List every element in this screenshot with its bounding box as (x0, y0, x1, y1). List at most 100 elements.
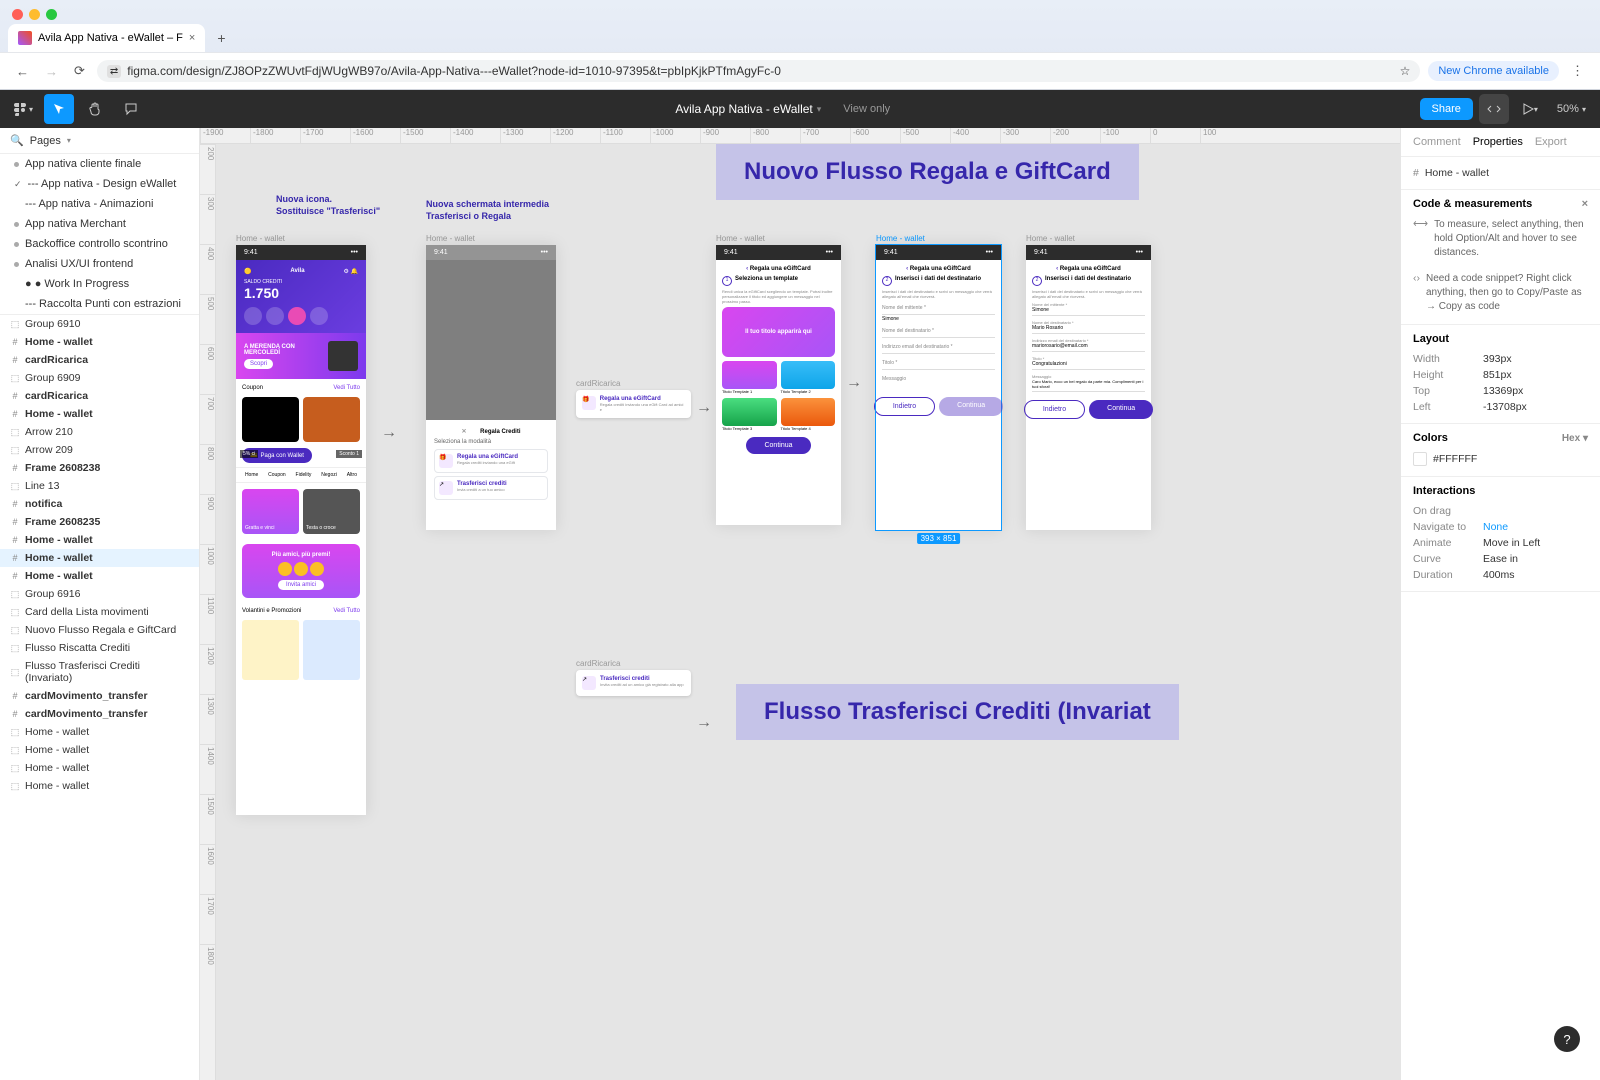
layer-item[interactable]: ⬚Nuovo Flusso Regala e GiftCard (0, 621, 199, 639)
layer-item[interactable]: #Frame 2608235 (0, 513, 199, 531)
interactions-section: Interactions On dragNavigate toNoneAnima… (1401, 477, 1600, 592)
page-item[interactable]: --- Raccolta Punti con estrazioni (0, 294, 199, 314)
minimize-window-icon[interactable] (29, 9, 40, 20)
left-panel: 🔍 Pages ▾ App nativa cliente finale--- A… (0, 128, 200, 1080)
layer-item[interactable]: #Home - wallet (0, 531, 199, 549)
nav-row: ← → ⟳ ⇄ figma.com/design/ZJ8OPzZWUvtFdjW… (0, 52, 1600, 89)
colors-section: ColorsHex ▾ #FFFFFF (1401, 424, 1600, 477)
layer-item[interactable]: #Frame 2608238 (0, 459, 199, 477)
layer-item[interactable]: ⬚Group 6909 (0, 369, 199, 387)
figma-menu-button[interactable]: ▾ (8, 94, 38, 124)
bookmark-icon[interactable]: ☆ (1400, 64, 1411, 78)
frame-home-wallet-1[interactable]: 9:41••• 🟡Avila⚙ 🔔 SALDO CREDITI 1.750 (236, 245, 366, 815)
frame-regala-crediti[interactable]: 9:41••• ✕ Regala Crediti Seleziona la mo… (426, 245, 556, 530)
layer-item[interactable]: #cardMovimento_transfer (0, 705, 199, 723)
page-item[interactable]: Backoffice controllo scontrino (0, 234, 199, 254)
layer-item[interactable]: ⬚Arrow 210 (0, 423, 199, 441)
arrow-right-icon: → (696, 399, 712, 417)
canvas-content[interactable]: Nuovo Flusso Regala e GiftCard Nuova ico… (216, 144, 1400, 1080)
color-swatch[interactable] (1413, 452, 1427, 466)
page-item[interactable]: App nativa Merchant (0, 214, 199, 234)
document-title[interactable]: Avila App Nativa - eWallet ▾ (675, 102, 821, 116)
canvas[interactable]: -1900-1800-1700-1600-1500-1400-1300-1200… (200, 128, 1400, 1080)
tab-properties[interactable]: Properties (1473, 136, 1523, 148)
note-icon: Nuova icona. Sostituisce "Trasferisci" (276, 194, 380, 217)
frame-label-5[interactable]: Home - wallet (1026, 234, 1151, 243)
present-button[interactable]: ▾ (1515, 94, 1545, 124)
right-panel: Comment Properties Export #Home - wallet… (1400, 128, 1600, 1080)
layer-item[interactable]: ⬚Group 6910 (0, 315, 199, 333)
right-panel-tabs: Comment Properties Export (1401, 128, 1600, 157)
site-info-icon[interactable]: ⇄ (107, 65, 121, 78)
arrow-right-icon: → (696, 714, 712, 732)
frame-label-4[interactable]: Home - wallet (876, 234, 1001, 243)
hand-tool-button[interactable] (80, 94, 110, 124)
tab-export[interactable]: Export (1535, 136, 1567, 148)
vertical-ruler: 2003004005006007008009001000110012001300… (200, 144, 216, 1080)
measure-icon: ⟷ (1413, 218, 1428, 230)
figma-toolbar: ▾ Avila App Nativa - eWallet ▾ View only… (0, 90, 1600, 128)
heading-banner-1: Nuovo Flusso Regala e GiftCard (716, 144, 1139, 200)
pages-list: App nativa cliente finale--- App nativa … (0, 154, 199, 315)
frame-form-empty[interactable]: 9:41••• ‹ Regala una eGiftCard 2Inserisc… (876, 245, 1001, 530)
page-item[interactable]: Analisi UX/UI frontend (0, 254, 199, 274)
card-label-1[interactable]: cardRicarica (576, 379, 691, 388)
layer-item[interactable]: #Home - wallet (0, 549, 199, 567)
page-item[interactable]: --- App nativa - Design eWallet (0, 174, 199, 194)
layer-item[interactable]: ⬚Home - wallet (0, 759, 199, 777)
layer-item[interactable]: ⬚Flusso Riscatta Crediti (0, 639, 199, 657)
layer-item[interactable]: #cardRicarica (0, 387, 199, 405)
layer-item[interactable]: ⬚Flusso Trasferisci Crediti (Invariato) (0, 657, 199, 687)
search-icon[interactable]: 🔍 (10, 134, 24, 147)
layer-item[interactable]: #cardMovimento_transfer (0, 687, 199, 705)
layer-item[interactable]: ⬚Card della Lista movimenti (0, 603, 199, 621)
close-tab-icon[interactable]: × (189, 32, 195, 44)
move-tool-button[interactable] (44, 94, 74, 124)
share-button[interactable]: Share (1420, 98, 1473, 120)
tab-comment[interactable]: Comment (1413, 136, 1461, 148)
frame-select-template[interactable]: 9:41••• ‹ Regala una eGiftCard 1Selezion… (716, 245, 841, 525)
chrome-update-pill[interactable]: New Chrome available (1428, 61, 1559, 81)
layer-item[interactable]: ⬚Arrow 209 (0, 441, 199, 459)
help-button[interactable]: ? (1554, 1026, 1580, 1052)
card-label-2[interactable]: cardRicarica (576, 659, 691, 668)
card-ricarica-1[interactable]: 🎁 Regala una eGiftCardRegala crediti inv… (576, 390, 691, 418)
page-item[interactable]: ● ● Work In Progress (0, 274, 199, 294)
zoom-dropdown[interactable]: 50% ▾ (1551, 99, 1592, 119)
main-area: 🔍 Pages ▾ App nativa cliente finale--- A… (0, 128, 1600, 1080)
close-icon[interactable]: × (1582, 198, 1588, 210)
layer-item[interactable]: #cardRicarica (0, 351, 199, 369)
layer-item[interactable]: #notifica (0, 495, 199, 513)
pages-header[interactable]: 🔍 Pages ▾ (0, 128, 199, 154)
layer-item[interactable]: #Home - wallet (0, 405, 199, 423)
chrome-menu-icon[interactable]: ⋮ (1567, 59, 1588, 83)
reload-button[interactable]: ⟳ (70, 59, 89, 83)
layer-item[interactable]: ⬚Home - wallet (0, 723, 199, 741)
heading-banner-2: Flusso Trasferisci Crediti (Invariat (736, 684, 1179, 740)
layer-item[interactable]: ⬚Home - wallet (0, 741, 199, 759)
layer-item[interactable]: ⬚Group 6916 (0, 585, 199, 603)
layer-item[interactable]: ⬚Line 13 (0, 477, 199, 495)
maximize-window-icon[interactable] (46, 9, 57, 20)
note-schermata: Nuova schermata intermedia Trasferisci o… (426, 199, 549, 222)
layer-item[interactable]: ⬚Home - wallet (0, 777, 199, 795)
frame-label-2[interactable]: Home - wallet (426, 234, 556, 243)
url-bar[interactable]: ⇄ figma.com/design/ZJ8OPzZWUvtFdjWUgWB97… (97, 60, 1420, 82)
page-item[interactable]: --- App nativa - Animazioni (0, 194, 199, 214)
frame-form-filled[interactable]: 9:41••• ‹ Regala una eGiftCard 2Inserisc… (1026, 245, 1151, 530)
browser-chrome: Avila App Nativa - eWallet – F × + ← → ⟳… (0, 0, 1600, 90)
frame-label-1[interactable]: Home - wallet (236, 234, 366, 243)
frame-label-3[interactable]: Home - wallet (716, 234, 841, 243)
window-controls (0, 0, 1600, 24)
close-window-icon[interactable] (12, 9, 23, 20)
comment-tool-button[interactable] (116, 94, 146, 124)
layer-item[interactable]: #Home - wallet (0, 567, 199, 585)
layer-item[interactable]: #Home - wallet (0, 333, 199, 351)
back-button[interactable]: ← (12, 60, 33, 83)
dev-mode-button[interactable] (1479, 94, 1509, 124)
card-ricarica-2[interactable]: ↗ Trasferisci creditiInvita crediti ad u… (576, 670, 691, 696)
forward-button[interactable]: → (41, 60, 62, 83)
browser-tab[interactable]: Avila App Nativa - eWallet – F × (8, 24, 205, 52)
new-tab-button[interactable]: + (209, 26, 233, 50)
page-item[interactable]: App nativa cliente finale (0, 154, 199, 174)
